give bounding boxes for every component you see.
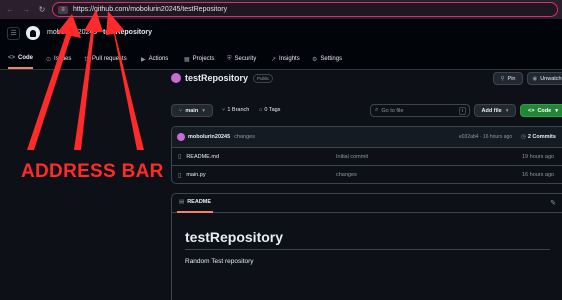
annotation-arrows xyxy=(27,10,144,150)
annotation-arrow-3 xyxy=(106,11,144,150)
annotation-arrow-1 xyxy=(27,14,81,150)
annotation-label: ADDRESS BAR xyxy=(21,161,164,182)
